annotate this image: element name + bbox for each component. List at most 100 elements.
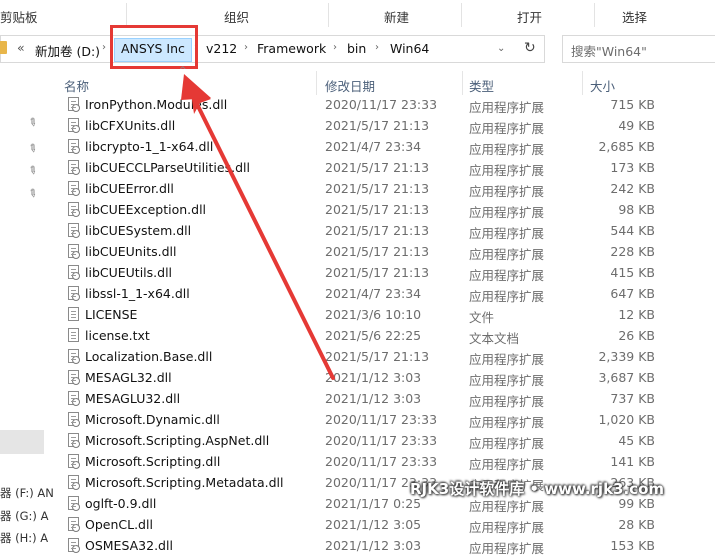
navigation-pane: ✎ ✎ ✎ ✎ 器 (F:) AN 器 (G:) A 器 (H:) A: [0, 67, 54, 545]
refresh-icon: ↻: [524, 40, 536, 56]
nav-selected-item[interactable]: [0, 430, 44, 454]
file-type: 应用程序扩展: [469, 415, 545, 430]
file-row[interactable]: license.txt 2021/5/6 22:25 文本文档 26 KB: [44, 325, 715, 346]
dll-icon: [68, 412, 80, 427]
column-divider[interactable]: [582, 71, 583, 95]
breadcrumb-separator-icon[interactable]: ›: [102, 42, 106, 53]
file-name: Microsoft.Scripting.AspNet.dll: [85, 433, 270, 448]
dll-icon: [68, 349, 80, 364]
file-size: 242 KB: [610, 181, 655, 196]
file-size: 141 KB: [610, 454, 655, 469]
file-row[interactable]: Microsoft.Scripting.AspNet.dll 2020/11/17…: [44, 430, 715, 451]
ribbon-divider: [461, 3, 462, 27]
highlight-box: [110, 25, 198, 69]
column-divider[interactable]: [316, 71, 317, 95]
ribbon-group-clipboard[interactable]: 剪贴板: [0, 7, 38, 26]
refresh-button[interactable]: ↻: [514, 35, 545, 63]
dll-icon: [68, 517, 80, 532]
file-icon: [68, 307, 79, 321]
file-name: libCUEException.dll: [85, 202, 207, 217]
dll-icon: [68, 433, 80, 448]
file-row[interactable]: libCUEException.dll 2021/5/17 21:13 应用程序扩展…: [44, 199, 715, 220]
address-row: « 新加卷 (D:) › ANSYS Inc › v212 › Framewor…: [0, 30, 715, 66]
file-row[interactable]: OSMESA32.dll 2021/1/12 3:03 应用程序扩展 153 KB: [44, 535, 715, 556]
file-row[interactable]: IronPython.Modules.dll 2020/11/17 23:33 应用…: [44, 94, 715, 115]
file-row[interactable]: libCUEError.dll 2021/5/17 21:13 应用程序扩展 242 …: [44, 178, 715, 199]
file-size: 153 KB: [610, 538, 655, 553]
file-size: 28 KB: [618, 517, 655, 532]
file-type: 应用程序扩展: [469, 100, 545, 115]
file-row[interactable]: Microsoft.Dynamic.dll 2020/11/17 23:33 应用程…: [44, 409, 715, 430]
breadcrumb-separator-icon[interactable]: ›: [244, 42, 248, 53]
breadcrumb-v212[interactable]: v212: [206, 41, 237, 56]
file-date: 2021/5/17 21:13: [325, 181, 430, 196]
file-row[interactable]: libCUECCLParseUtilities.dll 2021/5/17 21:…: [44, 157, 715, 178]
file-row[interactable]: OpenCL.dll 2021/1/12 3:05 应用程序扩展 28 KB: [44, 514, 715, 535]
file-size: 544 KB: [610, 223, 655, 238]
folder-icon: [0, 41, 7, 54]
dll-icon: [68, 223, 80, 238]
dll-icon: [68, 118, 80, 133]
file-name: MESAGLU32.dll: [85, 391, 181, 406]
column-divider[interactable]: [462, 71, 463, 95]
file-size: 737 KB: [610, 391, 655, 406]
ribbon-group-open[interactable]: 打开: [517, 7, 542, 26]
ribbon-group-select[interactable]: 选择: [622, 7, 647, 26]
dll-icon: [68, 97, 80, 112]
breadcrumb-separator-icon[interactable]: ›: [375, 42, 379, 53]
file-row[interactable]: Localization.Base.dll 2021/5/17 21:13 应用程序…: [44, 346, 715, 367]
file-size: 1,020 KB: [598, 412, 655, 427]
breadcrumb-bin[interactable]: bin: [347, 41, 366, 56]
file-row[interactable]: libCUEUtils.dll 2021/5/17 21:13 应用程序扩展 415 …: [44, 262, 715, 283]
dll-icon: [68, 244, 80, 259]
file-type: 应用程序扩展: [469, 226, 545, 241]
breadcrumb-framework[interactable]: Framework: [257, 41, 326, 56]
file-row[interactable]: MESAGLU32.dll 2021/1/12 3:03 应用程序扩展 737 KB: [44, 388, 715, 409]
file-date: 2021/5/17 21:13: [325, 349, 430, 364]
search-input[interactable]: 搜索"Win64": [562, 35, 715, 63]
file-date: 2020/11/17 23:33: [325, 454, 438, 469]
file-row[interactable]: libssl-1_1-x64.dll 2021/4/7 23:34 应用程序扩展 64…: [44, 283, 715, 304]
file-date: 2021/5/17 21:13: [325, 265, 430, 280]
file-row[interactable]: libCFXUnits.dll 2021/5/17 21:13 应用程序扩展 49 K…: [44, 115, 715, 136]
file-name: libCUEUtils.dll: [85, 265, 173, 280]
ribbon-group-new[interactable]: 新建: [384, 7, 409, 26]
file-type: 文件: [469, 310, 495, 325]
file-size: 173 KB: [610, 160, 655, 175]
search-placeholder: 搜索"Win64": [571, 44, 647, 59]
file-date: 2021/5/17 21:13: [325, 223, 430, 238]
ribbon-divider: [126, 3, 127, 27]
breadcrumb-drive-d[interactable]: 新加卷 (D:): [35, 41, 100, 60]
file-type: 应用程序扩展: [469, 289, 545, 304]
pin-icon[interactable]: ✎: [25, 186, 40, 202]
file-row[interactable]: Microsoft.Scripting.dll 2020/11/17 23:33 应…: [44, 451, 715, 472]
file-row[interactable]: LICENSE 2021/3/6 10:10 文件 12 KB: [44, 304, 715, 325]
file-row[interactable]: MESAGL32.dll 2021/1/12 3:03 应用程序扩展 3,687 KB: [44, 367, 715, 388]
file-name: libCUEError.dll: [85, 181, 174, 196]
breadcrumb-win64[interactable]: Win64: [390, 41, 429, 56]
nav-drive-g[interactable]: 器 (G:) A: [0, 508, 48, 524]
file-row[interactable]: libCUESystem.dll 2021/5/17 21:13 应用程序扩展 544…: [44, 220, 715, 241]
file-date: 2021/4/7 23:34: [325, 286, 422, 301]
file-name: Microsoft.Scripting.Metadata.dll: [85, 475, 284, 490]
file-row[interactable]: libCUEUnits.dll 2021/5/17 21:13 应用程序扩展 228 …: [44, 241, 715, 262]
breadcrumb-separator-icon[interactable]: ›: [333, 42, 337, 53]
file-name: OpenCL.dll: [85, 517, 153, 532]
file-date: 2021/1/12 3:05: [325, 517, 422, 532]
dll-icon: [68, 454, 80, 469]
address-bar[interactable]: « 新加卷 (D:) › ANSYS Inc › v212 › Framewor…: [0, 35, 516, 63]
overflow-chevron-icon[interactable]: «: [17, 40, 25, 55]
file-row[interactable]: libcrypto-1_1-x64.dll 2021/4/7 23:34 应用程序扩…: [44, 136, 715, 157]
address-dropdown-icon[interactable]: ⌄: [497, 43, 505, 54]
ribbon-group-organize[interactable]: 组织: [224, 7, 249, 26]
file-name: Localization.Base.dll: [85, 349, 213, 364]
file-type: 应用程序扩展: [469, 436, 545, 451]
file-size: 2,685 KB: [598, 139, 655, 154]
file-type: 应用程序扩展: [469, 184, 545, 199]
file-type: 应用程序扩展: [469, 457, 545, 472]
pin-icon[interactable]: ✎: [25, 115, 40, 131]
file-type: 应用程序扩展: [469, 541, 545, 556]
pin-icon[interactable]: ✎: [25, 163, 40, 179]
file-date: 2020/11/17 23:33: [325, 97, 438, 112]
pin-icon[interactable]: ✎: [25, 141, 40, 157]
